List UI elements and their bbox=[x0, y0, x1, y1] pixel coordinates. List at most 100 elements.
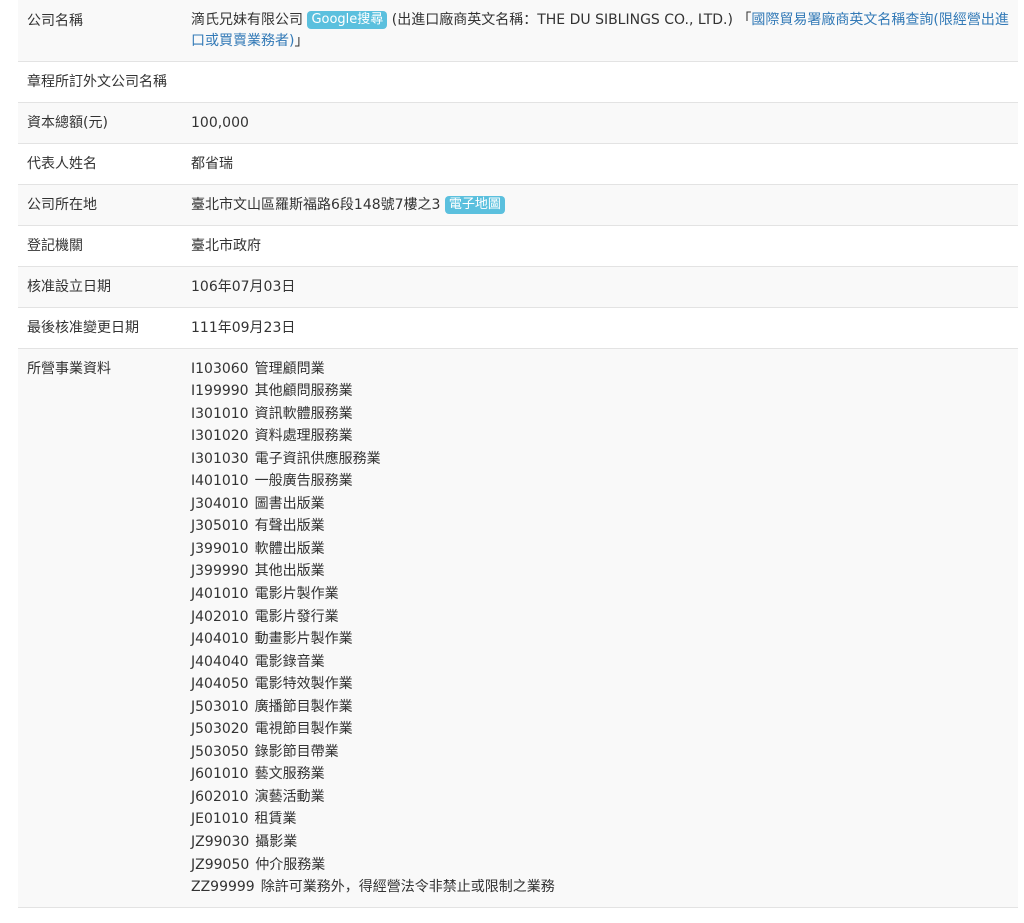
company-info-panel: 公司名稱 滴氏兄妹有限公司 Google搜尋 (出進口廠商英文名稱：THE DU… bbox=[18, 0, 1018, 908]
business-name: 藝文服務業 bbox=[254, 766, 325, 783]
label-registry: 登記機關 bbox=[18, 225, 191, 267]
business-code: I199990 bbox=[191, 383, 249, 400]
business-name: 一般廣告服務業 bbox=[254, 473, 353, 490]
business-name: 其他出版業 bbox=[254, 563, 325, 580]
business-code: J399990 bbox=[191, 563, 249, 580]
label-foreign-name: 章程所訂外文公司名稱 bbox=[18, 61, 191, 103]
business-list: I103060 管理顧問業 I199990 其他顧問服務業 I301010 資訊軟體服… bbox=[191, 358, 1010, 899]
business-item: J602010 演藝活動業 bbox=[191, 786, 1010, 809]
value-address: 臺北市文山區羅斯福路6段148號7樓之3 電子地圖 bbox=[191, 184, 1018, 226]
business-code: I401010 bbox=[191, 473, 249, 490]
label-company-name: 公司名稱 bbox=[18, 0, 191, 62]
business-item: I301020 資料處理服務業 bbox=[191, 425, 1010, 448]
business-name: 圖書出版業 bbox=[254, 495, 325, 512]
business-item: I301010 資訊軟體服務業 bbox=[191, 403, 1010, 426]
business-name: 軟體出版業 bbox=[254, 540, 325, 557]
label-business: 所營事業資料 bbox=[18, 348, 191, 908]
value-last-change: 111年09月23日 bbox=[191, 307, 1018, 349]
map-button[interactable]: 電子地圖 bbox=[444, 195, 505, 214]
business-name: 動畫影片製作業 bbox=[254, 631, 353, 648]
business-code: J404040 bbox=[191, 653, 249, 670]
business-code: I103060 bbox=[191, 360, 249, 377]
business-code: J404050 bbox=[191, 676, 249, 693]
business-code: J601010 bbox=[191, 766, 249, 783]
business-code: J602010 bbox=[191, 788, 249, 805]
business-item: J404040 電影錄音業 bbox=[191, 651, 1010, 674]
value-business: I103060 管理顧問業 I199990 其他顧問服務業 I301010 資訊軟體服… bbox=[191, 348, 1018, 908]
business-code: J503020 bbox=[191, 721, 249, 738]
bracket-open: 「 bbox=[737, 12, 752, 28]
row-address: 公司所在地 臺北市文山區羅斯福路6段148號7樓之3 電子地圖 bbox=[18, 184, 1018, 226]
row-company-name: 公司名稱 滴氏兄妹有限公司 Google搜尋 (出進口廠商英文名稱：THE DU… bbox=[18, 0, 1018, 62]
business-name: 除許可業務外，得經營法令非禁止或限制之業務 bbox=[260, 879, 555, 896]
business-item: J305010 有聲出版業 bbox=[191, 515, 1010, 538]
row-registry: 登記機關 臺北市政府 bbox=[18, 225, 1018, 267]
business-code: J399010 bbox=[191, 540, 249, 557]
label-established: 核准設立日期 bbox=[18, 266, 191, 308]
label-representative: 代表人姓名 bbox=[18, 143, 191, 185]
value-registry: 臺北市政府 bbox=[191, 225, 1018, 267]
business-code: JZ99030 bbox=[191, 833, 250, 850]
business-item: J399990 其他出版業 bbox=[191, 560, 1010, 583]
bracket-close: 」 bbox=[294, 33, 309, 49]
business-item: I401010 一般廣告服務業 bbox=[191, 470, 1010, 493]
business-name: 資料處理服務業 bbox=[254, 428, 353, 445]
business-code: J503010 bbox=[191, 698, 249, 715]
business-item: ZZ99999 除許可業務外，得經營法令非禁止或限制之業務 bbox=[191, 876, 1010, 899]
business-name: 電影片製作業 bbox=[254, 585, 339, 602]
address-text: 臺北市文山區羅斯福路6段148號7樓之3 bbox=[191, 196, 441, 213]
business-code: ZZ99999 bbox=[191, 879, 255, 896]
business-name: 資訊軟體服務業 bbox=[254, 405, 353, 422]
business-item: J601010 藝文服務業 bbox=[191, 763, 1010, 786]
business-name: 電子資訊供應服務業 bbox=[254, 450, 381, 467]
value-established: 106年07月03日 bbox=[191, 266, 1018, 308]
business-name: 演藝活動業 bbox=[254, 788, 325, 805]
value-capital: 100,000 bbox=[191, 102, 1018, 144]
label-address: 公司所在地 bbox=[18, 184, 191, 226]
business-code: I301020 bbox=[191, 428, 249, 445]
business-name: 其他顧問服務業 bbox=[254, 383, 353, 400]
business-item: JZ99050 仲介服務業 bbox=[191, 854, 1010, 877]
business-item: J404010 動畫影片製作業 bbox=[191, 628, 1010, 651]
business-item: JE01010 租賃業 bbox=[191, 808, 1010, 831]
business-item: I199990 其他顧問服務業 bbox=[191, 380, 1010, 403]
label-capital: 資本總額(元) bbox=[18, 102, 191, 144]
business-code: J304010 bbox=[191, 495, 249, 512]
business-item: J404050 電影特效製作業 bbox=[191, 673, 1010, 696]
row-foreign-name: 章程所訂外文公司名稱 bbox=[18, 61, 1018, 103]
business-code: J305010 bbox=[191, 518, 249, 535]
business-name: 電影錄音業 bbox=[254, 653, 325, 670]
row-representative: 代表人姓名 都省瑞 bbox=[18, 143, 1018, 185]
business-item: J503020 電視節目製作業 bbox=[191, 718, 1010, 741]
google-search-button[interactable]: Google搜尋 bbox=[307, 11, 388, 29]
company-info-table: 公司名稱 滴氏兄妹有限公司 Google搜尋 (出進口廠商英文名稱：THE DU… bbox=[18, 0, 1018, 908]
row-established: 核准設立日期 106年07月03日 bbox=[18, 266, 1018, 308]
business-name: 管理顧問業 bbox=[254, 360, 325, 377]
business-code: JZ99050 bbox=[191, 856, 250, 873]
business-item: J399010 軟體出版業 bbox=[191, 538, 1010, 561]
business-code: J404010 bbox=[191, 631, 249, 648]
business-code: I301030 bbox=[191, 450, 249, 467]
value-company-name: 滴氏兄妹有限公司 Google搜尋 (出進口廠商英文名稱：THE DU SIBL… bbox=[191, 0, 1018, 62]
row-business: 所營事業資料 I103060 管理顧問業 I199990 其他顧問服務業 I3010… bbox=[18, 348, 1018, 908]
business-code: JE01010 bbox=[191, 811, 249, 828]
business-item: I301030 電子資訊供應服務業 bbox=[191, 448, 1010, 471]
business-name: 電視節目製作業 bbox=[254, 721, 353, 738]
value-representative: 都省瑞 bbox=[191, 143, 1018, 185]
row-last-change: 最後核准變更日期 111年09月23日 bbox=[18, 307, 1018, 349]
business-code: J401010 bbox=[191, 585, 249, 602]
business-name: 仲介服務業 bbox=[255, 856, 326, 873]
business-item: J402010 電影片發行業 bbox=[191, 606, 1010, 629]
business-name: 錄影節目帶業 bbox=[254, 743, 339, 760]
business-item: J503010 廣播節目製作業 bbox=[191, 696, 1010, 719]
business-name: 攝影業 bbox=[255, 833, 298, 850]
business-code: J503050 bbox=[191, 743, 249, 760]
value-foreign-name bbox=[191, 61, 1018, 103]
row-capital: 資本總額(元) 100,000 bbox=[18, 102, 1018, 144]
business-code: J402010 bbox=[191, 608, 249, 625]
business-name: 租賃業 bbox=[254, 811, 297, 828]
business-item: J503050 錄影節目帶業 bbox=[191, 741, 1010, 764]
business-code: I301010 bbox=[191, 405, 249, 422]
business-name: 電影片發行業 bbox=[254, 608, 339, 625]
business-item: JZ99030 攝影業 bbox=[191, 831, 1010, 854]
